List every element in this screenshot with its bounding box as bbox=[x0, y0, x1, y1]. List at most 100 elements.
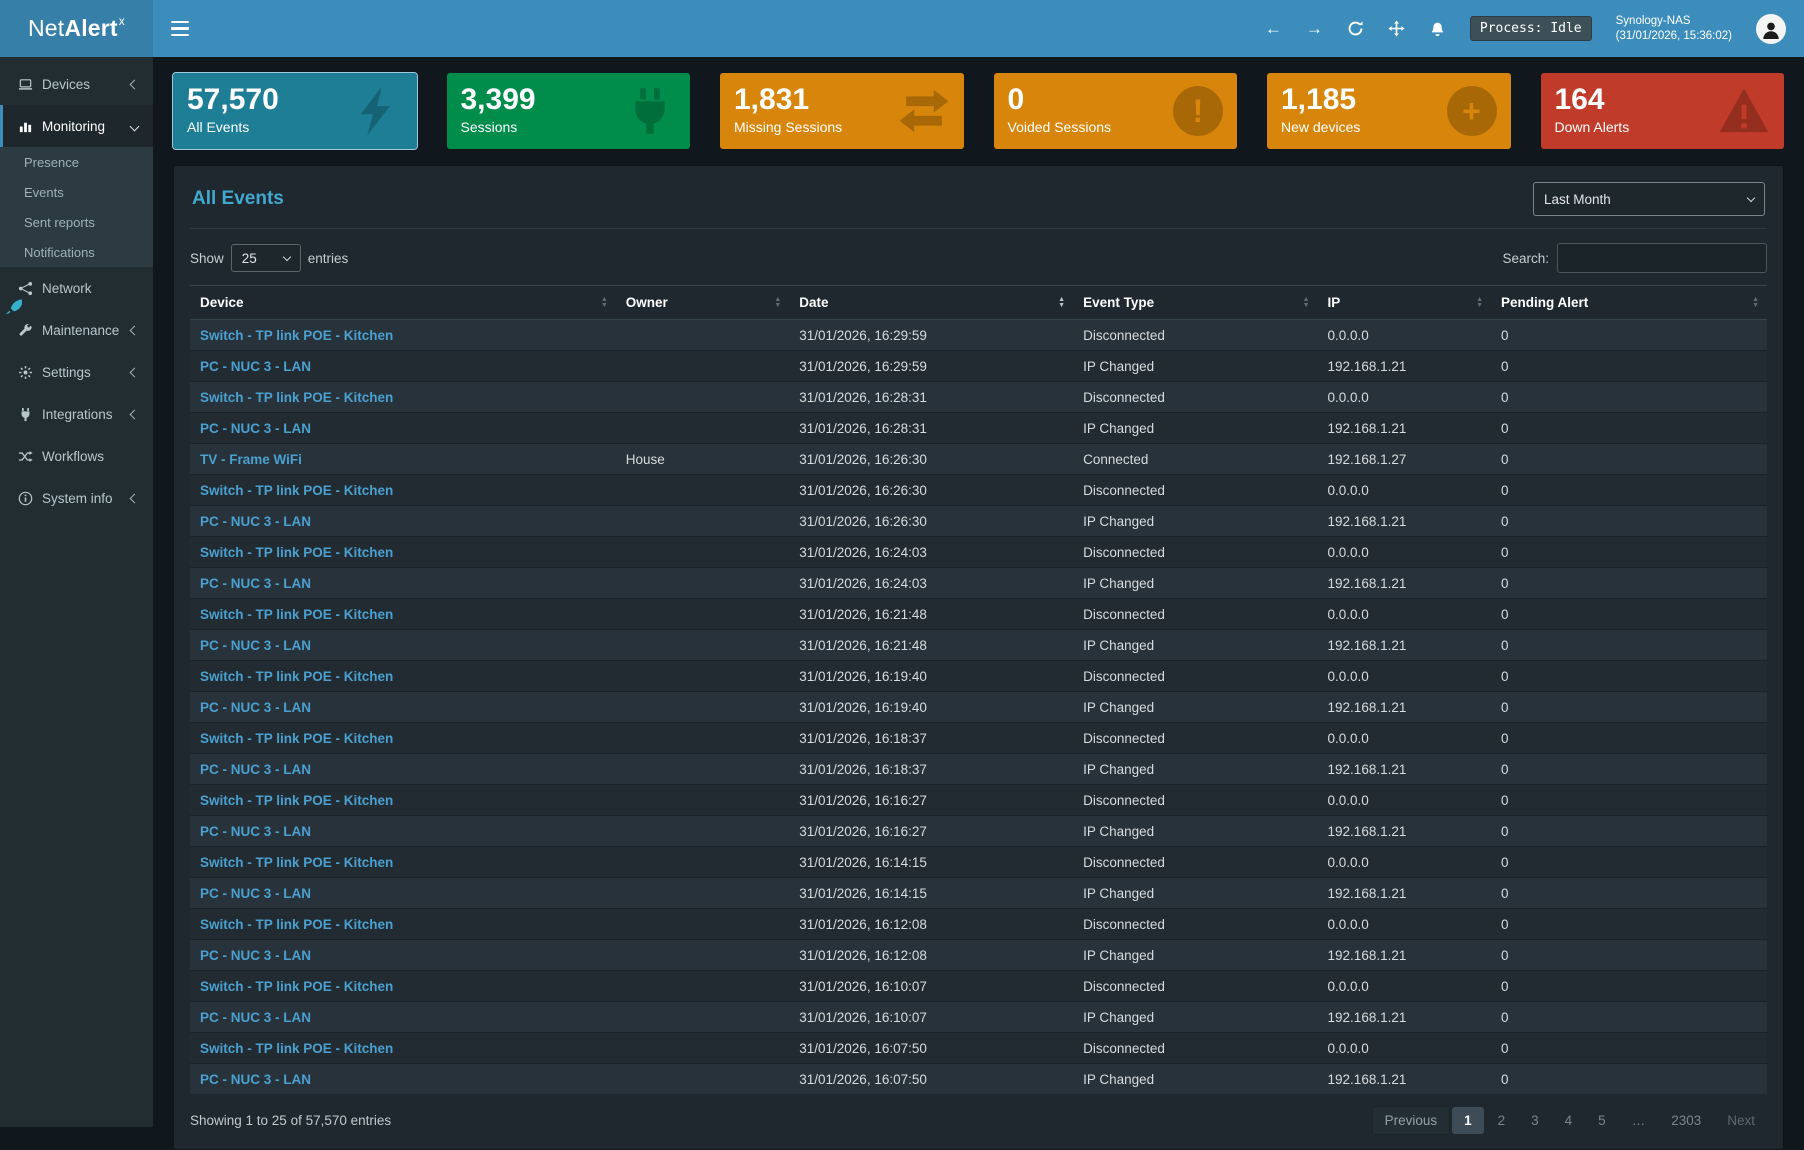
table-row[interactable]: PC - NUC 3 - LAN 31/01/2026, 16:24:03 IP… bbox=[190, 568, 1767, 599]
exchange-icon bbox=[898, 85, 950, 137]
column-header-event-type[interactable]: Event Type▲▼ bbox=[1073, 286, 1317, 320]
bell-icon[interactable] bbox=[1429, 20, 1446, 37]
device-link[interactable]: Switch - TP link POE - Kitchen bbox=[200, 483, 393, 498]
sidebar-item-events[interactable]: Events bbox=[0, 177, 153, 207]
table-row[interactable]: Switch - TP link POE - Kitchen 31/01/202… bbox=[190, 475, 1767, 506]
pagination-prev[interactable]: Previous bbox=[1372, 1106, 1451, 1135]
table-row[interactable]: PC - NUC 3 - LAN 31/01/2026, 16:29:59 IP… bbox=[190, 351, 1767, 382]
column-header-date[interactable]: Date▲▼ bbox=[789, 286, 1073, 320]
device-link[interactable]: PC - NUC 3 - LAN bbox=[200, 421, 311, 436]
cell-event-type: Connected bbox=[1073, 444, 1317, 475]
avatar[interactable] bbox=[1756, 14, 1786, 44]
table-row[interactable]: Switch - TP link POE - Kitchen 31/01/202… bbox=[190, 785, 1767, 816]
device-link[interactable]: PC - NUC 3 - LAN bbox=[200, 824, 311, 839]
column-header-owner[interactable]: Owner▲▼ bbox=[616, 286, 789, 320]
pagination-next[interactable]: Next bbox=[1715, 1107, 1767, 1134]
device-link[interactable]: Switch - TP link POE - Kitchen bbox=[200, 917, 393, 932]
table-row[interactable]: Switch - TP link POE - Kitchen 31/01/202… bbox=[190, 1033, 1767, 1064]
pagination-page-5[interactable]: 5 bbox=[1586, 1107, 1618, 1134]
sidebar-item-maintenance[interactable]: Maintenance bbox=[0, 309, 153, 351]
table-row[interactable]: PC - NUC 3 - LAN 31/01/2026, 16:28:31 IP… bbox=[190, 413, 1767, 444]
table-row[interactable]: Switch - TP link POE - Kitchen 31/01/202… bbox=[190, 723, 1767, 754]
search-input[interactable] bbox=[1557, 243, 1767, 273]
pagination-page-3[interactable]: 3 bbox=[1519, 1107, 1551, 1134]
table-row[interactable]: Switch - TP link POE - Kitchen 31/01/202… bbox=[190, 661, 1767, 692]
table-row[interactable]: Switch - TP link POE - Kitchen 31/01/202… bbox=[190, 320, 1767, 351]
table-row[interactable]: PC - NUC 3 - LAN 31/01/2026, 16:14:15 IP… bbox=[190, 878, 1767, 909]
page-length-select[interactable]: 25 bbox=[231, 244, 301, 272]
pagination-active[interactable]: 1 bbox=[1452, 1107, 1484, 1134]
card-down-alerts[interactable]: 164 Down Alerts bbox=[1541, 73, 1785, 149]
device-link[interactable]: PC - NUC 3 - LAN bbox=[200, 1010, 311, 1025]
app-logo[interactable]: NetAlertx bbox=[0, 0, 153, 57]
wrench-icon bbox=[17, 322, 33, 338]
cell-ip: 0.0.0.0 bbox=[1318, 475, 1491, 506]
table-row[interactable]: Switch - TP link POE - Kitchen 31/01/202… bbox=[190, 909, 1767, 940]
rocket-icon[interactable] bbox=[4, 298, 22, 319]
pagination-page-2[interactable]: 2 bbox=[1486, 1107, 1518, 1134]
table-row[interactable]: PC - NUC 3 - LAN 31/01/2026, 16:26:30 IP… bbox=[190, 506, 1767, 537]
sidebar-item-integrations[interactable]: Integrations bbox=[0, 393, 153, 435]
back-icon[interactable]: ← bbox=[1265, 20, 1282, 37]
table-row[interactable]: PC - NUC 3 - LAN 31/01/2026, 16:19:40 IP… bbox=[190, 692, 1767, 723]
device-link[interactable]: Switch - TP link POE - Kitchen bbox=[200, 731, 393, 746]
device-link[interactable]: PC - NUC 3 - LAN bbox=[200, 762, 311, 777]
device-link[interactable]: Switch - TP link POE - Kitchen bbox=[200, 669, 393, 684]
device-link[interactable]: Switch - TP link POE - Kitchen bbox=[200, 328, 393, 343]
table-summary: Showing 1 to 25 of 57,570 entries bbox=[190, 1113, 391, 1128]
table-row[interactable]: TV - Frame WiFi House 31/01/2026, 16:26:… bbox=[190, 444, 1767, 475]
fullscreen-move-icon[interactable] bbox=[1388, 20, 1405, 37]
table-row[interactable]: Switch - TP link POE - Kitchen 31/01/202… bbox=[190, 599, 1767, 630]
device-link[interactable]: PC - NUC 3 - LAN bbox=[200, 638, 311, 653]
table-row[interactable]: Switch - TP link POE - Kitchen 31/01/202… bbox=[190, 382, 1767, 413]
sidebar-item-settings[interactable]: Settings bbox=[0, 351, 153, 393]
device-link[interactable]: Switch - TP link POE - Kitchen bbox=[200, 390, 393, 405]
table-row[interactable]: Switch - TP link POE - Kitchen 31/01/202… bbox=[190, 537, 1767, 568]
pagination-page-4[interactable]: 4 bbox=[1553, 1107, 1585, 1134]
device-link[interactable]: Switch - TP link POE - Kitchen bbox=[200, 545, 393, 560]
sidebar-item-devices[interactable]: Devices bbox=[0, 63, 153, 105]
device-link[interactable]: Switch - TP link POE - Kitchen bbox=[200, 979, 393, 994]
device-link[interactable]: TV - Frame WiFi bbox=[200, 452, 302, 467]
device-link[interactable]: PC - NUC 3 - LAN bbox=[200, 948, 311, 963]
sidebar-item-notifications[interactable]: Notifications bbox=[0, 237, 153, 267]
sidebar-item-network[interactable]: Network bbox=[0, 267, 153, 309]
device-link[interactable]: PC - NUC 3 - LAN bbox=[200, 1072, 311, 1087]
device-link[interactable]: PC - NUC 3 - LAN bbox=[200, 886, 311, 901]
table-row[interactable]: PC - NUC 3 - LAN 31/01/2026, 16:10:07 IP… bbox=[190, 1002, 1767, 1033]
table-row[interactable]: PC - NUC 3 - LAN 31/01/2026, 16:12:08 IP… bbox=[190, 940, 1767, 971]
refresh-icon[interactable] bbox=[1347, 20, 1364, 37]
sidebar-item-presence[interactable]: Presence bbox=[0, 147, 153, 177]
card-voided-sessions[interactable]: 0 Voided Sessions ! bbox=[994, 73, 1238, 149]
period-filter-select[interactable]: Last Month bbox=[1533, 182, 1765, 216]
card-missing-sessions[interactable]: 1,831 Missing Sessions bbox=[720, 73, 964, 149]
table-row[interactable]: Switch - TP link POE - Kitchen 31/01/202… bbox=[190, 971, 1767, 1002]
card-sessions[interactable]: 3,399 Sessions bbox=[447, 73, 691, 149]
device-link[interactable]: PC - NUC 3 - LAN bbox=[200, 359, 311, 374]
column-header-ip[interactable]: IP▲▼ bbox=[1318, 286, 1491, 320]
device-link[interactable]: PC - NUC 3 - LAN bbox=[200, 514, 311, 529]
card-all-events[interactable]: 57,570 All Events bbox=[173, 73, 417, 149]
pagination-page-2303[interactable]: 2303 bbox=[1659, 1107, 1713, 1134]
device-link[interactable]: PC - NUC 3 - LAN bbox=[200, 700, 311, 715]
device-link[interactable]: PC - NUC 3 - LAN bbox=[200, 576, 311, 591]
card-new-devices[interactable]: 1,185 New devices + bbox=[1267, 73, 1511, 149]
table-row[interactable]: PC - NUC 3 - LAN 31/01/2026, 16:18:37 IP… bbox=[190, 754, 1767, 785]
sidebar-toggle-button[interactable] bbox=[153, 0, 207, 57]
sidebar-item-workflows[interactable]: Workflows bbox=[0, 435, 153, 477]
sidebar-item-sent-reports[interactable]: Sent reports bbox=[0, 207, 153, 237]
device-link[interactable]: Switch - TP link POE - Kitchen bbox=[200, 1041, 393, 1056]
forward-icon[interactable]: → bbox=[1306, 20, 1323, 37]
column-header-device[interactable]: Device▲▼ bbox=[190, 286, 616, 320]
sidebar-item-monitoring[interactable]: Monitoring bbox=[0, 105, 153, 147]
sidebar-item-system-info[interactable]: System info bbox=[0, 477, 153, 519]
column-header-pending-alert[interactable]: Pending Alert▲▼ bbox=[1491, 286, 1767, 320]
device-link[interactable]: Switch - TP link POE - Kitchen bbox=[200, 793, 393, 808]
cell-device: PC - NUC 3 - LAN bbox=[190, 630, 616, 661]
table-row[interactable]: PC - NUC 3 - LAN 31/01/2026, 16:16:27 IP… bbox=[190, 816, 1767, 847]
device-link[interactable]: Switch - TP link POE - Kitchen bbox=[200, 607, 393, 622]
table-row[interactable]: Switch - TP link POE - Kitchen 31/01/202… bbox=[190, 847, 1767, 878]
table-row[interactable]: PC - NUC 3 - LAN 31/01/2026, 16:21:48 IP… bbox=[190, 630, 1767, 661]
device-link[interactable]: Switch - TP link POE - Kitchen bbox=[200, 855, 393, 870]
table-row[interactable]: PC - NUC 3 - LAN 31/01/2026, 16:07:50 IP… bbox=[190, 1064, 1767, 1095]
